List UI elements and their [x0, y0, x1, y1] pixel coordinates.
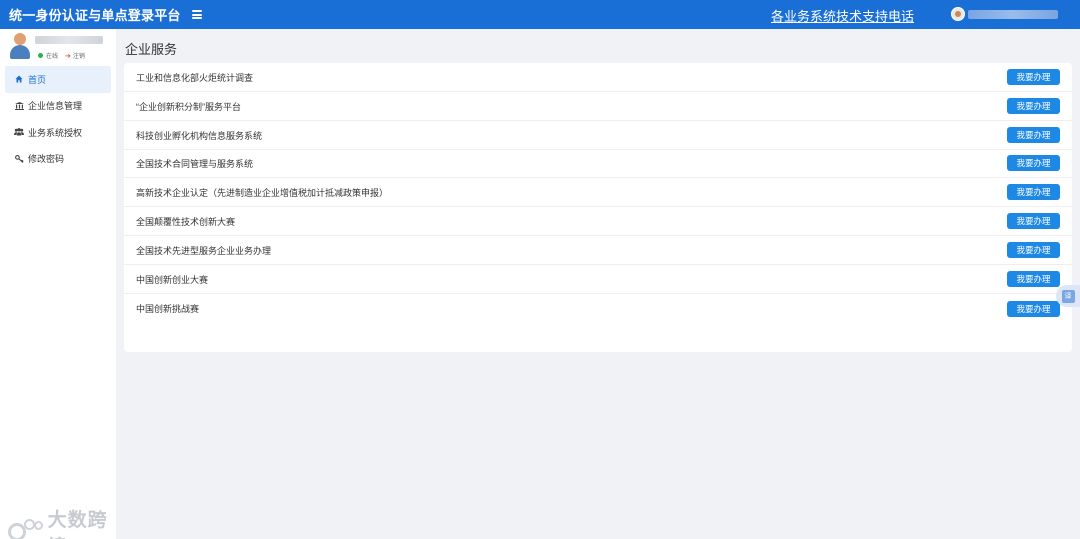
home-icon [14, 75, 24, 83]
service-name: 全国技术合同管理与服务系统 [136, 158, 254, 169]
service-row: 全国颠覆性技术创新大赛 我要办理 [124, 207, 1072, 236]
menu-toggle-icon[interactable] [191, 10, 202, 19]
page-title: 企业服务 [125, 42, 178, 57]
service-row: “企业创新积分制”服务平台 我要办理 [124, 92, 1072, 121]
service-row: 中国创新挑战赛 我要办理 [124, 294, 1072, 323]
status-online-label: 在线 [46, 54, 59, 60]
service-row: 科技创业孵化机构信息服务系统 我要办理 [124, 121, 1072, 150]
service-row: 全国技术合同管理与服务系统 我要办理 [124, 149, 1072, 178]
service-name: 科技创业孵化机构信息服务系统 [136, 130, 263, 141]
handle-button[interactable]: 我要办理 [1007, 69, 1060, 85]
sidebar-item-label: 首页 [28, 74, 47, 85]
handle-button[interactable]: 我要办理 [1007, 300, 1060, 317]
sidebar-item-change-password[interactable]: 修改密码 [0, 146, 116, 173]
handle-button[interactable]: 我要办理 [1007, 213, 1060, 229]
user-panel: 在线 ➔ 注销 [0, 29, 116, 64]
service-name: 全国颠覆性技术创新大赛 [136, 216, 236, 227]
service-row: 全国技术先进型服务企业业务办理 我要办理 [124, 236, 1072, 265]
handle-button[interactable]: 我要办理 [1007, 271, 1060, 287]
translate-icon: 译 [1061, 289, 1075, 303]
platform-title: 统一身份认证与单点登录平台 [9, 8, 181, 23]
sidebar-item-home[interactable]: 首页 [5, 66, 111, 93]
service-list: 工业和信息化部火炬统计调查 我要办理 “企业创新积分制”服务平台 我要办理 科技… [124, 63, 1072, 352]
watermark-logo-icon [8, 519, 46, 539]
logout-icon[interactable]: ➔ [65, 52, 71, 60]
translate-tab[interactable]: 译 [1056, 285, 1080, 307]
sidebar-item-company-info[interactable]: 企业信息管理 [0, 93, 116, 120]
service-name: 全国技术先进型服务企业业务办理 [136, 245, 272, 256]
watermark: 大数跨境 [8, 505, 116, 539]
handle-button[interactable]: 我要办理 [1007, 127, 1060, 143]
key-icon [14, 154, 24, 163]
sidebar: 在线 ➔ 注销 首页 企业信息管理 业务系统授权 修改密码 大数跨 [0, 29, 116, 539]
top-header: 统一身份认证与单点登录平台 各业务系统技术支持电话 [0, 0, 1080, 29]
support-phone-link[interactable]: 各业务系统技术支持电话 [771, 6, 914, 25]
watermark-text: 大数跨境 [47, 510, 108, 539]
header-avatar[interactable] [951, 7, 965, 21]
service-name: 中国创新创业大赛 [136, 274, 209, 285]
sidebar-item-label: 修改密码 [28, 154, 65, 165]
sidebar-nav: 首页 企业信息管理 业务系统授权 修改密码 [0, 66, 116, 172]
service-name: “企业创新积分制”服务平台 [136, 101, 241, 112]
main-content: 企业服务 工业和信息化部火炬统计调查 我要办理 “企业创新积分制”服务平台 我要… [116, 29, 1080, 539]
service-row: 高新技术企业认定（先进制造业企业增值税加计抵减政策申报） 我要办理 [124, 178, 1072, 207]
handle-button[interactable]: 我要办理 [1007, 242, 1060, 258]
handle-button[interactable]: 我要办理 [1007, 184, 1060, 200]
bank-icon [14, 101, 24, 110]
service-name: 中国创新挑战赛 [136, 304, 200, 314]
handle-button[interactable]: 我要办理 [1007, 155, 1060, 171]
service-row: 中国创新创业大赛 我要办理 [124, 265, 1072, 294]
users-icon [14, 128, 24, 136]
user-avatar [10, 33, 30, 59]
logout-link[interactable]: 注销 [73, 51, 85, 60]
service-row: 工业和信息化部火炬统计调查 我要办理 [124, 63, 1072, 92]
user-status: 在线 ➔ 注销 [38, 51, 85, 60]
service-name: 高新技术企业认定（先进制造业企业增值税加计抵减政策申报） [136, 187, 389, 198]
user-name-blurred [35, 36, 103, 44]
header-username-blurred[interactable] [968, 10, 1058, 19]
service-name: 工业和信息化部火炬统计调查 [136, 72, 254, 83]
handle-button[interactable]: 我要办理 [1007, 98, 1060, 114]
sidebar-item-system-auth[interactable]: 业务系统授权 [0, 119, 116, 146]
sidebar-item-label: 业务系统授权 [28, 127, 83, 138]
online-dot-icon [38, 53, 43, 58]
sidebar-item-label: 企业信息管理 [28, 101, 83, 112]
